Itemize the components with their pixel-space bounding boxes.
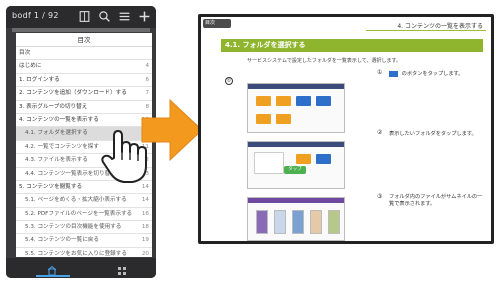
toc-item[interactable]: 2. コンテンツを追加（ダウンロード）する 7 [16, 87, 152, 101]
step-1-number: ① [377, 69, 383, 76]
toc-item-label: 5.1. ページをめくる・拡大縮小表示する [25, 197, 127, 204]
arrow-right-icon [141, 98, 203, 162]
toc-menu-button[interactable]: 目次 [203, 19, 231, 28]
home-icon[interactable] [46, 262, 58, 276]
toc-item-label: 5.4. コンテンツの一覧に戻る [25, 237, 99, 244]
toc-item-page: 6 [145, 76, 149, 83]
tablet-frame: 目次 4. コンテンツの一覧を表示する 4.1. フォルダを選択する サービスシ… [198, 14, 494, 244]
toc-item-label: 4. コンテンツの一覧を表示する [19, 116, 99, 123]
screenshot-folder-tap: タップ [247, 141, 345, 189]
folder-button-icon [389, 70, 398, 77]
toc-item-label: 5.3. コンテンツの目次機能を使用する [25, 224, 122, 231]
intro-text: サービスシステムで設定したフォルダを一覧表示して、選択します。 [247, 58, 401, 64]
folder-panel [254, 152, 284, 174]
toc-item-label: 4.1. フォルダを選択する [25, 130, 88, 137]
toc-item-page: 4 [145, 63, 149, 70]
folder-tile [296, 154, 311, 164]
phone-bottom-bar [6, 258, 156, 278]
toc-item-label: 3. 表示グループの切り替え [19, 103, 88, 110]
toc-item[interactable]: はじめに 4 [16, 60, 152, 74]
step-1-label: のボタンをタップします。 [400, 71, 464, 77]
thumbnail [274, 210, 286, 234]
chapter-header: 4. コンテンツの一覧を表示する [397, 23, 483, 30]
section-title: 4.1. フォルダを選択する [221, 39, 483, 52]
add-icon[interactable] [138, 9, 151, 23]
list-icon[interactable] [118, 9, 131, 23]
step-3-number: ③ [377, 193, 383, 200]
screenshot-thumbnails [247, 197, 345, 241]
document-title: bodf 1 / 92 [12, 11, 59, 20]
folder-tile [256, 114, 271, 124]
header-rule [366, 30, 486, 31]
folder-tile [316, 154, 331, 164]
page-behind [12, 28, 150, 32]
step-2-number: ② [377, 129, 383, 136]
thumbnail [256, 210, 268, 234]
thumbnail [328, 210, 340, 234]
toolbar-icons [78, 9, 151, 23]
callout-number: ① [225, 77, 233, 85]
toc-item[interactable]: 目次 [16, 47, 152, 61]
toc-item[interactable]: 5.3. コンテンツの目次機能を使用する 18 [16, 221, 152, 235]
toc-item-page: 20 [141, 250, 149, 257]
screenshot-toolbar [248, 84, 344, 89]
screenshot-toolbar [248, 198, 344, 203]
step-1-text: のボタンをタップします。 [389, 70, 463, 77]
search-icon[interactable] [98, 9, 111, 23]
toc-item-label: 目次 [19, 50, 31, 56]
toc-item-page: 19 [141, 237, 149, 244]
book-icon[interactable] [78, 9, 91, 23]
thumbnail [292, 210, 304, 234]
stage: bodf 1 / 92 目次 目次はじめに 4 1. ログインする 6 2. コンテンツ… [0, 0, 498, 283]
tablet-screen: 目次 4. コンテンツの一覧を表示する 4.1. フォルダを選択する サービスシ… [201, 17, 491, 241]
thumbnail [310, 210, 322, 234]
active-tab-indicator [36, 275, 70, 277]
toc-item[interactable]: 3. 表示グループの切り替え 8 [16, 101, 152, 114]
toc-item-label: 5.2. PDFファイルのページを一覧表示する [25, 210, 133, 217]
toc-item[interactable]: 5.2. PDFファイルのページを一覧表示する 16 [16, 208, 152, 222]
toc-header: 目次 [16, 33, 152, 47]
toc-item-page: 14 [141, 197, 149, 204]
toc-item-label: 2. コンテンツを追加（ダウンロード）する [19, 90, 127, 97]
toc-item-label: はじめに [19, 63, 42, 70]
toc-item-page: 18 [141, 224, 149, 231]
toc-item[interactable]: 5.5. コンテンツをお気に入りに登録する 20 [16, 248, 152, 257]
toc-item-label: 4.3. ファイルを表示する [25, 157, 88, 164]
screenshot-toolbar [248, 142, 344, 147]
toc-item[interactable]: 1. ログインする 6 [16, 74, 152, 88]
grid-icon[interactable] [116, 262, 128, 275]
toc-item-label: 4.2. 一覧でコンテンツを探す [25, 143, 99, 150]
step-2-text: 表示したいフォルダをタップします。 [389, 131, 477, 137]
toc-item-label: 1. ログインする [19, 76, 60, 83]
tap-label: タップ [284, 166, 306, 174]
toc-item[interactable]: 5.1. ページをめくる・拡大縮小表示する 14 [16, 194, 152, 208]
screenshot-folder-list [247, 83, 345, 133]
step-3-text: フォルダ内のファイルがサムネイルの一覧で表示されます。 [389, 194, 483, 207]
folder-tile [276, 114, 291, 124]
folder-tile [316, 96, 331, 106]
folder-tile [256, 96, 271, 106]
folder-tile [276, 96, 291, 106]
toc-item-page: 16 [141, 210, 149, 217]
toc-item[interactable]: 5.4. コンテンツの一覧に戻る 19 [16, 234, 152, 248]
toc-item-label: 5. コンテンツを閲覧する [19, 183, 83, 190]
toc-item-label: 5.5. コンテンツをお気に入りに登録する [25, 250, 127, 257]
folder-tile [296, 96, 311, 106]
toc-item[interactable]: 4. コンテンツの一覧を表示する10 [16, 114, 152, 128]
phone-toolbar: bodf 1 / 92 [6, 6, 156, 28]
